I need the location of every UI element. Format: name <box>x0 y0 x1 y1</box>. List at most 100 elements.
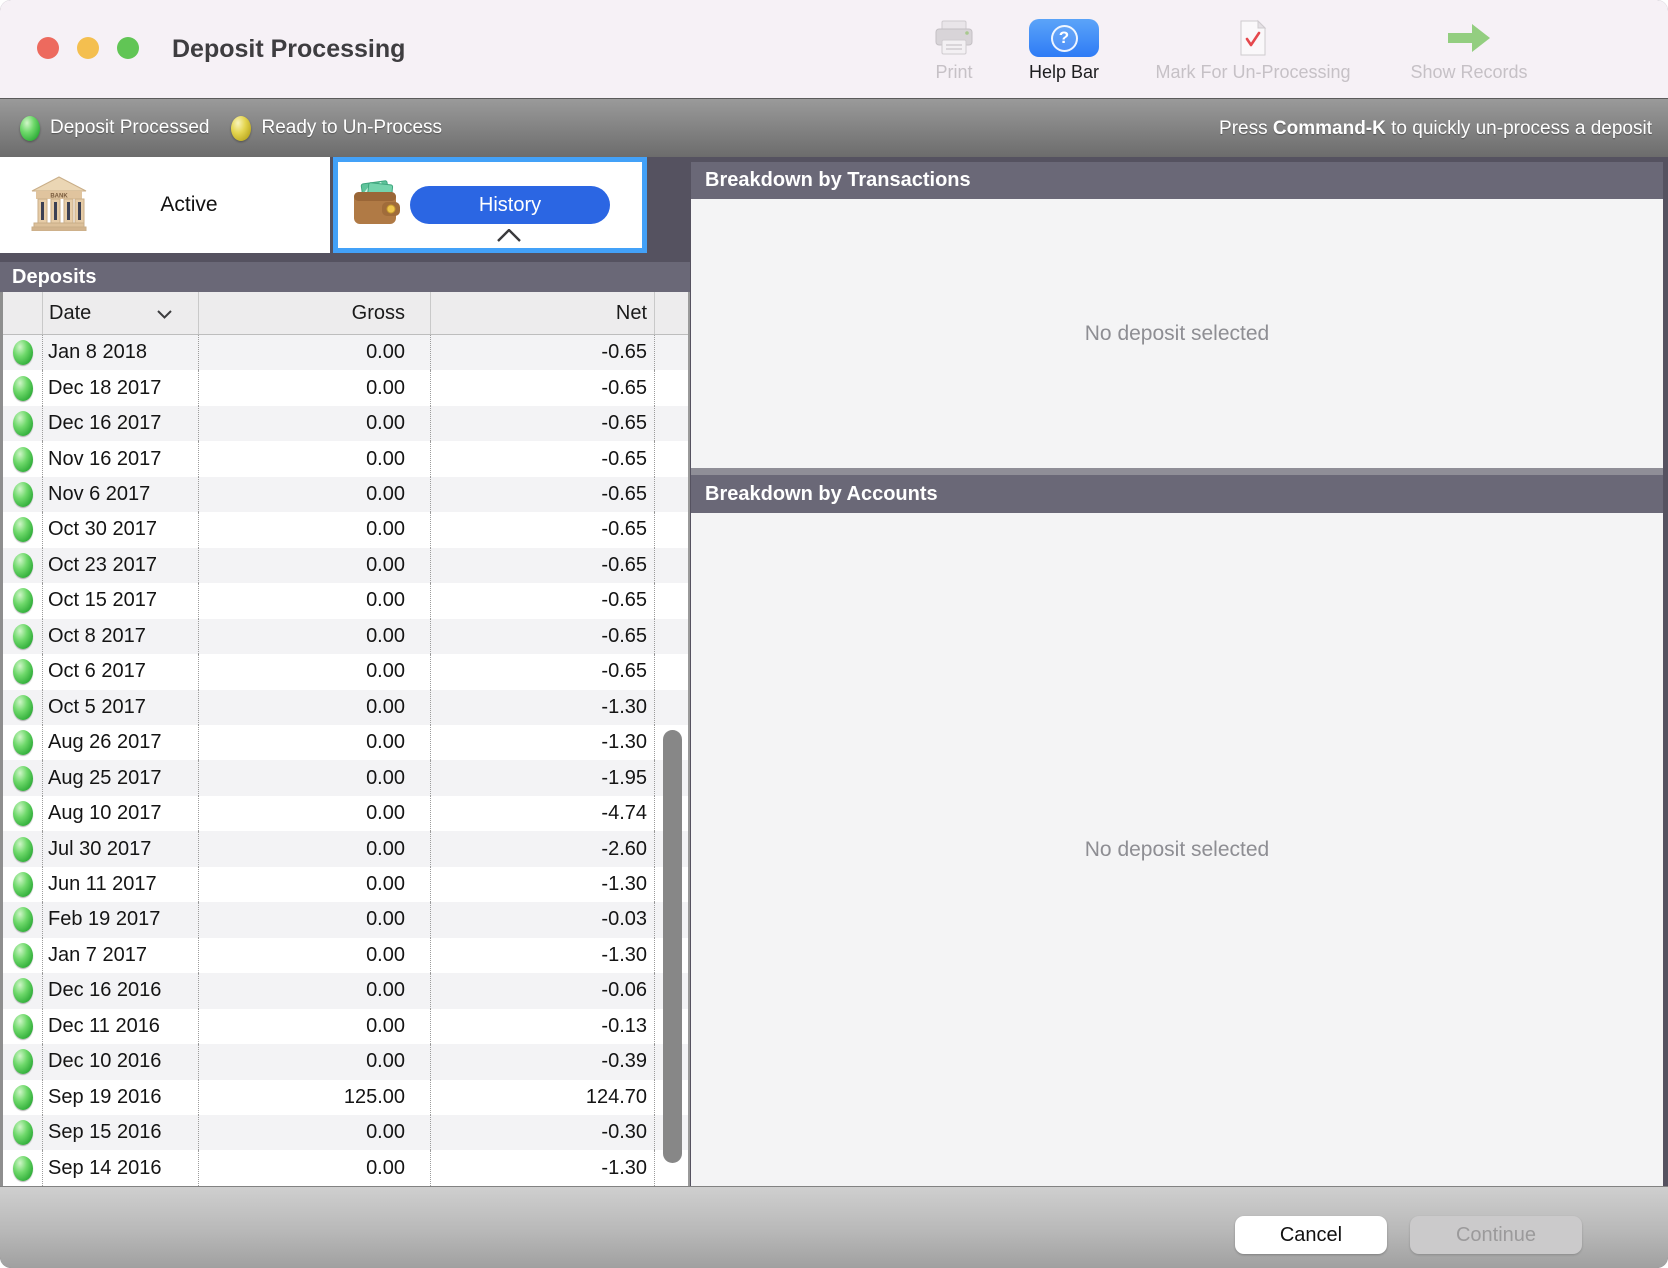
mark-for-unprocessing-button: Mark For Un-Processing <box>1130 16 1376 90</box>
cell-filler <box>654 690 688 725</box>
table-row[interactable]: Oct 15 20170.00-0.65 <box>3 583 688 618</box>
wallet-icon <box>352 180 402 231</box>
table-row[interactable]: Jul 30 20170.00-2.60 <box>3 831 688 866</box>
cell-filler <box>654 654 688 689</box>
table-row[interactable]: Sep 19 2016125.00124.70 <box>3 1080 688 1115</box>
show-records-label: Show Records <box>1410 62 1527 83</box>
table-row[interactable]: Jan 7 20170.00-1.30 <box>3 938 688 973</box>
arrow-right-icon <box>1446 16 1492 60</box>
cell-net: -0.65 <box>430 406 654 441</box>
cell-net: -1.30 <box>430 725 654 760</box>
deposit-status-cell <box>3 938 42 973</box>
main-content: BANK Act <box>0 157 1668 1186</box>
deposit-status-cell <box>3 831 42 866</box>
cell-date: Aug 26 2017 <box>42 725 198 760</box>
table-row[interactable]: Oct 30 20170.00-0.65 <box>3 512 688 547</box>
cell-net: -1.95 <box>430 760 654 795</box>
cell-gross: 0.00 <box>198 1044 430 1079</box>
cell-net: -0.65 <box>430 619 654 654</box>
table-row[interactable]: Dec 10 20160.00-0.39 <box>3 1044 688 1079</box>
column-header-date[interactable]: Date <box>42 292 198 334</box>
table-row[interactable]: Dec 18 20170.00-0.65 <box>3 370 688 405</box>
cell-net: -4.74 <box>430 796 654 831</box>
table-row[interactable]: Nov 6 20170.00-0.65 <box>3 477 688 512</box>
table-scrollbar-thumb[interactable] <box>663 730 682 1163</box>
cell-net: 124.70 <box>430 1080 654 1115</box>
deposit-status-cell <box>3 441 42 476</box>
cell-net: -0.65 <box>430 335 654 370</box>
bank-icon: BANK <box>30 175 88 236</box>
deposits-section-header: Deposits <box>0 262 690 292</box>
cell-filler <box>654 477 688 512</box>
column-header-net[interactable]: Net <box>430 292 654 334</box>
tab-history[interactable]: History <box>333 157 647 253</box>
breakdown-transactions-header: Breakdown by Transactions <box>691 162 1663 199</box>
cell-gross: 0.00 <box>198 760 430 795</box>
table-row[interactable]: Feb 19 20170.00-0.03 <box>3 902 688 937</box>
deposit-processed-dot-icon <box>13 659 33 684</box>
table-row[interactable]: Sep 15 20160.00-0.30 <box>3 1115 688 1150</box>
cell-filler <box>654 370 688 405</box>
cell-date: Jul 30 2017 <box>42 831 198 866</box>
footer-bar: Cancel Continue <box>0 1186 1668 1268</box>
deposit-processed-dot-icon <box>13 837 33 862</box>
tab-pointer-caret-icon <box>496 229 522 247</box>
cell-date: Oct 23 2017 <box>42 548 198 583</box>
cell-net: -1.30 <box>430 867 654 902</box>
column-header-gross[interactable]: Gross <box>198 292 430 334</box>
hint-key: Command-K <box>1273 118 1386 139</box>
deposits-table-body: Jan 8 20180.00-0.65Dec 18 20170.00-0.65D… <box>3 335 688 1186</box>
help-bar-button[interactable]: ? Help Bar <box>1006 16 1122 90</box>
table-row[interactable]: Sep 14 20160.00-1.30 <box>3 1150 688 1185</box>
deposit-processed-dot-icon <box>13 943 33 968</box>
cell-date: Nov 6 2017 <box>42 477 198 512</box>
cell-gross: 0.00 <box>198 441 430 476</box>
deposit-status-cell <box>3 796 42 831</box>
ready-legend-label: Ready to Un-Process <box>261 117 442 139</box>
table-row[interactable]: Jun 11 20170.00-1.30 <box>3 867 688 902</box>
help-icon: ? <box>1029 16 1099 60</box>
deposit-status-cell <box>3 1115 42 1150</box>
breakdown-transactions-panel: No deposit selected <box>691 199 1663 468</box>
deposit-status-cell <box>3 512 42 547</box>
table-row[interactable]: Oct 5 20170.00-1.30 <box>3 690 688 725</box>
cell-gross: 0.00 <box>198 654 430 689</box>
cancel-button[interactable]: Cancel <box>1235 1216 1387 1254</box>
ready-dot-icon <box>231 116 251 141</box>
document-check-icon <box>1239 16 1267 60</box>
cell-net: -0.65 <box>430 370 654 405</box>
cell-net: -0.65 <box>430 583 654 618</box>
cell-gross: 0.00 <box>198 1009 430 1044</box>
table-row[interactable]: Dec 16 20160.00-0.06 <box>3 973 688 1008</box>
table-row[interactable]: Nov 16 20170.00-0.65 <box>3 441 688 476</box>
zoom-window-button[interactable] <box>117 37 139 59</box>
column-header-status <box>3 292 42 334</box>
cell-gross: 0.00 <box>198 619 430 654</box>
deposit-processed-dot-icon <box>13 1049 33 1074</box>
table-row[interactable]: Dec 11 20160.00-0.13 <box>3 1009 688 1044</box>
minimize-window-button[interactable] <box>77 37 99 59</box>
table-row[interactable]: Aug 10 20170.00-4.74 <box>3 796 688 831</box>
cell-filler <box>654 548 688 583</box>
table-row[interactable]: Aug 26 20170.00-1.30 <box>3 725 688 760</box>
cell-date: Oct 30 2017 <box>42 512 198 547</box>
cell-gross: 0.00 <box>198 796 430 831</box>
deposit-status-cell <box>3 1080 42 1115</box>
cell-date: Aug 10 2017 <box>42 796 198 831</box>
cell-net: -1.30 <box>430 938 654 973</box>
tab-active[interactable]: BANK Act <box>0 157 330 253</box>
deposit-processed-dot-icon <box>13 978 33 1003</box>
deposit-processed-dot-icon <box>13 340 33 365</box>
deposit-status-cell <box>3 973 42 1008</box>
table-row[interactable]: Aug 25 20170.00-1.95 <box>3 760 688 795</box>
table-row[interactable]: Oct 23 20170.00-0.65 <box>3 548 688 583</box>
table-row[interactable]: Dec 16 20170.00-0.65 <box>3 406 688 441</box>
cell-gross: 0.00 <box>198 370 430 405</box>
table-row[interactable]: Jan 8 20180.00-0.65 <box>3 335 688 370</box>
close-window-button[interactable] <box>37 37 59 59</box>
table-row[interactable]: Oct 8 20170.00-0.65 <box>3 619 688 654</box>
tab-history-button[interactable]: History <box>410 186 610 224</box>
cell-gross: 0.00 <box>198 477 430 512</box>
table-row[interactable]: Oct 6 20170.00-0.65 <box>3 654 688 689</box>
cell-date: Oct 5 2017 <box>42 690 198 725</box>
